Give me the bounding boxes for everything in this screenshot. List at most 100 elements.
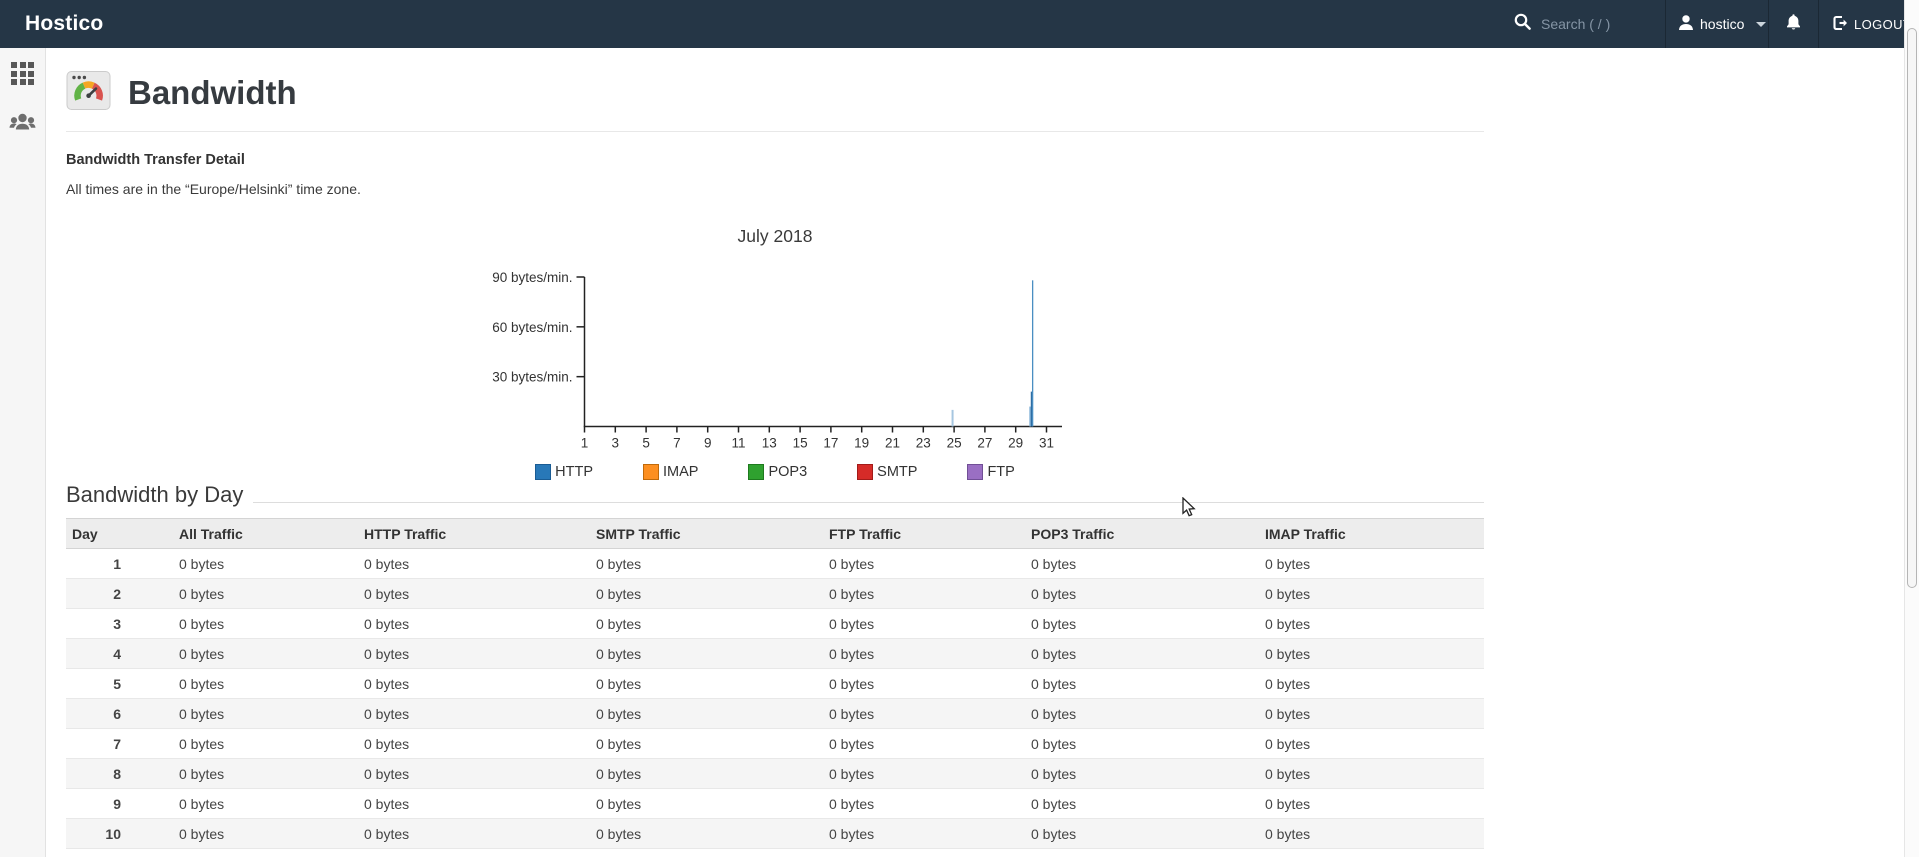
sidebar-item-applications[interactable]: [11, 62, 34, 85]
sidebar-item-accounts[interactable]: [9, 112, 36, 138]
x-tick-label: 31: [1039, 436, 1054, 451]
main-content: Bandwidth Bandwidth Transfer Detail All …: [46, 48, 1484, 849]
legend-swatch-ftp: [967, 464, 984, 480]
traffic-cell: 0 bytes: [173, 788, 358, 819]
traffic-cell: 0 bytes: [358, 788, 590, 819]
scrollbar-thumb[interactable]: [1907, 28, 1917, 588]
traffic-cell: 0 bytes: [823, 758, 1025, 789]
byday-heading: Bandwidth by Day: [66, 482, 1484, 508]
bar-http: [1031, 280, 1034, 427]
notifications-button[interactable]: [1768, 0, 1818, 48]
legend-swatch-smtp: [857, 464, 874, 480]
column-header-all-traffic: All Traffic: [173, 518, 358, 549]
legend-item-pop3: POP3: [748, 464, 807, 480]
brand-logo[interactable]: Hostico: [25, 12, 103, 36]
search-box[interactable]: [1499, 0, 1665, 48]
traffic-cell: 0 bytes: [590, 548, 823, 579]
x-tick-label: 15: [793, 436, 808, 451]
bell-icon: [1785, 13, 1802, 36]
vertical-scrollbar: [1904, 0, 1919, 857]
column-header-pop3-traffic: POP3 Traffic: [1025, 518, 1259, 549]
traffic-cell: 0 bytes: [1025, 698, 1259, 729]
traffic-cell: 0 bytes: [590, 608, 823, 639]
traffic-cell: 0 bytes: [1025, 578, 1259, 609]
traffic-cell: 0 bytes: [1025, 608, 1259, 639]
legend-label: SMTP: [877, 464, 918, 480]
table-row-day-1: 10 bytes 0 bytes 0 bytes 0 bytes 0 bytes 0 by…: [66, 548, 1484, 579]
table-row-day-8: 80 bytes 0 bytes 0 bytes 0 bytes 0 bytes 0 by…: [66, 758, 1484, 789]
traffic-cell: 0 bytes: [358, 728, 590, 759]
legend-swatch-pop3: [748, 464, 765, 480]
traffic-cell: 0 bytes: [1259, 668, 1484, 699]
y-tick-label: 30 bytes/min.: [492, 370, 572, 385]
chart-legend: HTTP IMAP POP3 SMTP FTP: [66, 464, 1484, 480]
top-navbar: Hostico hostico LOGOUT: [0, 0, 1911, 48]
traffic-cell: 0 bytes: [1025, 638, 1259, 669]
legend-swatch-http: [535, 464, 552, 480]
traffic-cell: 0 bytes: [823, 728, 1025, 759]
legend-item-ftp: FTP: [967, 464, 1015, 480]
traffic-cell: 0 bytes: [1259, 698, 1484, 729]
x-tick-label: 3: [612, 436, 620, 451]
legend-item-smtp: SMTP: [857, 464, 917, 480]
bandwidth-gauge-icon: [66, 68, 111, 118]
legend-label: POP3: [768, 464, 808, 480]
traffic-cell: 0 bytes: [823, 698, 1025, 729]
legend-item-imap: IMAP: [643, 464, 698, 480]
traffic-cell: 0 bytes: [1025, 818, 1259, 849]
grid-icon: [11, 62, 34, 85]
traffic-cell: 0 bytes: [590, 818, 823, 849]
traffic-cell: 0 bytes: [358, 608, 590, 639]
traffic-cell: 0 bytes: [1259, 578, 1484, 609]
logout-button[interactable]: LOGOUT: [1818, 0, 1911, 48]
traffic-cell: 0 bytes: [823, 638, 1025, 669]
traffic-cell: 0 bytes: [1259, 608, 1484, 639]
user-menu[interactable]: hostico: [1665, 0, 1768, 48]
user-icon: [1678, 14, 1694, 34]
search-input[interactable]: [1541, 16, 1651, 32]
day-cell: 8: [66, 758, 173, 789]
navbar-right: hostico LOGOUT: [1499, 0, 1911, 48]
bar-http: [951, 409, 954, 427]
traffic-cell: 0 bytes: [1259, 758, 1484, 789]
table-row-day-9: 90 bytes 0 bytes 0 bytes 0 bytes 0 bytes 0 by…: [66, 788, 1484, 819]
byday-divider: [253, 502, 1484, 503]
column-header-ftp-traffic: FTP Traffic: [823, 518, 1025, 549]
traffic-cell: 0 bytes: [1025, 548, 1259, 579]
x-tick-label: 23: [916, 436, 931, 451]
x-tick-label: 13: [762, 436, 777, 451]
traffic-cell: 0 bytes: [823, 668, 1025, 699]
byday-heading-label: Bandwidth by Day: [66, 482, 244, 507]
traffic-cell: 0 bytes: [173, 548, 358, 579]
detail-heading: Bandwidth Transfer Detail: [66, 152, 245, 168]
day-cell: 2: [66, 578, 173, 609]
traffic-cell: 0 bytes: [1259, 548, 1484, 579]
x-tick-label: 25: [947, 436, 962, 451]
x-tick-label: 27: [977, 436, 992, 451]
traffic-cell: 0 bytes: [358, 638, 590, 669]
traffic-cell: 0 bytes: [823, 608, 1025, 639]
page-title: Bandwidth: [128, 74, 297, 111]
column-header-smtp-traffic: SMTP Traffic: [590, 518, 823, 549]
traffic-cell: 0 bytes: [823, 788, 1025, 819]
traffic-cell: 0 bytes: [173, 758, 358, 789]
left-sidebar: [0, 48, 46, 857]
traffic-cell: 0 bytes: [590, 758, 823, 789]
traffic-cell: 0 bytes: [590, 698, 823, 729]
logout-icon: [1832, 15, 1849, 34]
traffic-cell: 0 bytes: [173, 578, 358, 609]
legend-swatch-imap: [643, 464, 660, 480]
traffic-cell: 0 bytes: [173, 698, 358, 729]
traffic-cell: 0 bytes: [823, 818, 1025, 849]
x-tick-label: 21: [885, 436, 900, 451]
traffic-cell: 0 bytes: [590, 578, 823, 609]
y-tick-label: 90 bytes/min.: [492, 270, 572, 285]
x-tick-label: 29: [1008, 436, 1023, 451]
column-header-day: Day: [66, 518, 173, 549]
x-tick-label: 9: [704, 436, 712, 451]
table-header-row: Day All Traffic HTTP Traffic SMTP Traffic FT…: [66, 518, 1484, 549]
day-cell: 5: [66, 668, 173, 699]
day-cell: 7: [66, 728, 173, 759]
caret-down-icon: [1756, 21, 1767, 27]
day-cell: 3: [66, 608, 173, 639]
